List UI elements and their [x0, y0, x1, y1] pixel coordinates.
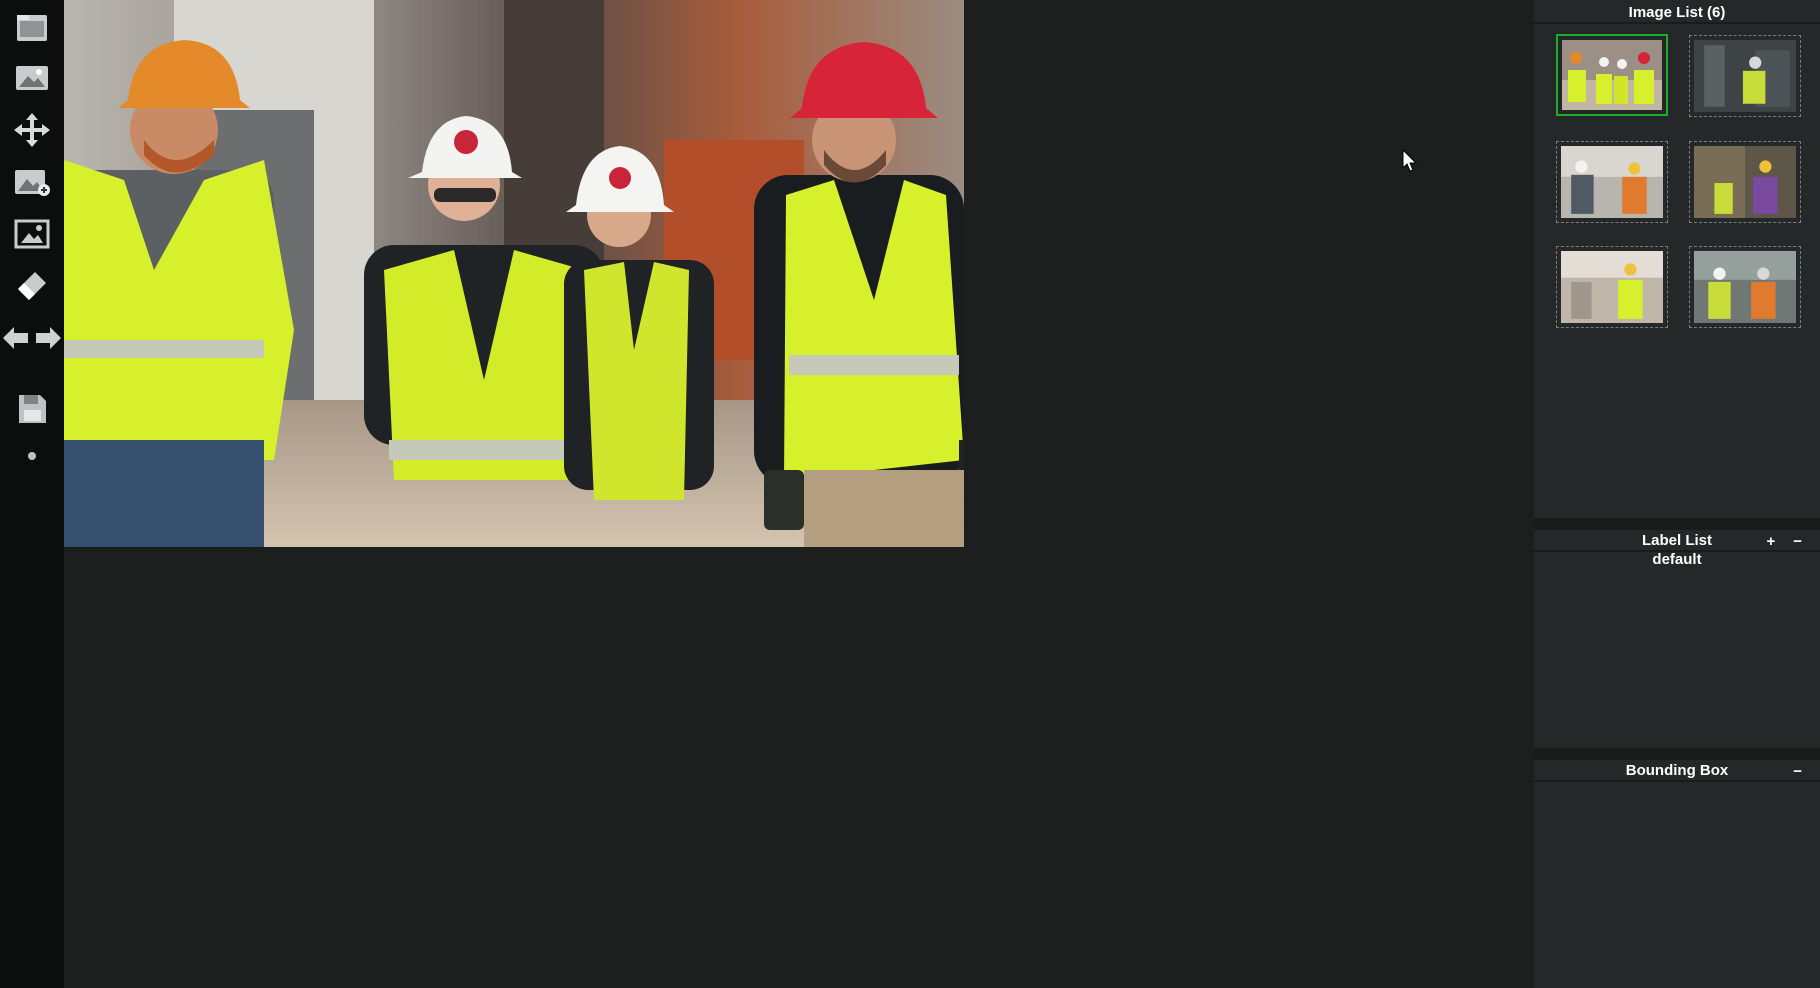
thumbnail-4[interactable] — [1689, 141, 1801, 223]
right-panel: Image List (6) Label List + − default Bo… — [1534, 0, 1820, 988]
thumbnail-3[interactable] — [1556, 141, 1668, 223]
crop-image-icon — [14, 219, 50, 249]
thumbnail-4-image — [1694, 146, 1796, 218]
add-image-icon — [15, 170, 50, 196]
thumbnail-6-image — [1694, 251, 1796, 323]
move-icon — [14, 113, 50, 147]
annotation-app: Image List (6) Label List + − default Bo… — [0, 0, 1820, 988]
thumbnail-6[interactable] — [1689, 246, 1801, 328]
add-label-button[interactable]: + — [1766, 533, 1775, 550]
remove-label-button[interactable]: − — [1793, 533, 1802, 550]
label-item-default[interactable]: default — [1534, 551, 1820, 568]
save-icon — [19, 395, 46, 423]
add-image-button[interactable] — [0, 159, 64, 205]
crop-image-button[interactable] — [0, 211, 64, 257]
bounding-box-header: Bounding Box − — [1534, 760, 1820, 782]
thumbnail-2-image — [1694, 40, 1796, 112]
load-images-button[interactable] — [0, 55, 64, 101]
left-toolbar — [0, 0, 64, 988]
label-list-header: Label List + − — [1534, 530, 1820, 552]
more-tools-button[interactable] — [0, 433, 64, 479]
dot-icon — [28, 452, 36, 460]
image-list-header: Image List (6) — [1534, 2, 1820, 24]
bounding-box-title: Bounding Box — [1625, 761, 1729, 779]
save-button[interactable] — [0, 386, 64, 432]
thumbnail-1-image — [1562, 40, 1662, 110]
open-folder-button[interactable] — [0, 4, 64, 50]
label-list-actions: + − — [1766, 530, 1802, 552]
panel-divider — [1534, 748, 1820, 760]
main-image[interactable] — [64, 0, 964, 547]
canvas-area[interactable] — [64, 0, 1534, 988]
panel-divider — [1534, 518, 1820, 530]
mouse-cursor-icon — [1402, 149, 1418, 172]
thumbnail-3-image — [1561, 146, 1663, 218]
eraser-icon — [18, 272, 46, 300]
prev-next-arrows-icon — [3, 327, 61, 349]
eraser-button[interactable] — [0, 263, 64, 309]
bounding-box-actions: − — [1793, 760, 1802, 782]
remove-bbox-button[interactable]: − — [1793, 763, 1802, 780]
thumbnail-5-image — [1561, 251, 1663, 323]
label-list-title: Label List — [1641, 531, 1712, 549]
construction-workers-photo — [64, 0, 964, 547]
move-tool-button[interactable] — [0, 107, 64, 153]
thumbnail-1[interactable] — [1556, 34, 1668, 116]
load-images-icon — [16, 66, 48, 90]
thumbnail-2[interactable] — [1689, 35, 1801, 117]
thumbnail-5[interactable] — [1556, 246, 1668, 328]
open-folder-icon — [17, 15, 47, 41]
image-list-title: Image List (6) — [1628, 3, 1726, 21]
prev-next-button[interactable] — [0, 315, 64, 361]
